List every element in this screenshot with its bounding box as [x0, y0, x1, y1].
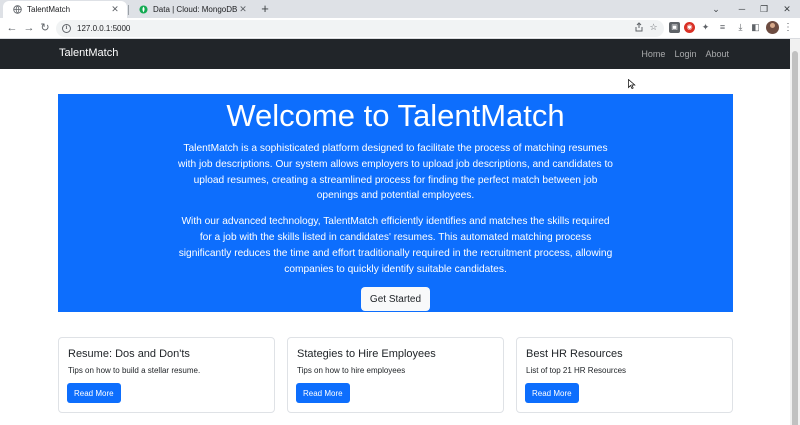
hero-paragraph-intro: TalentMatch is a sophisticated platform … [178, 143, 613, 202]
nav-link-about[interactable]: About [705, 49, 729, 59]
mongodb-leaf-icon [139, 5, 148, 14]
read-more-button[interactable]: Read More [296, 383, 350, 403]
reload-icon[interactable]: ↻ [38, 21, 52, 35]
card-title: Stategies to Hire Employees [297, 348, 436, 360]
restore-icon[interactable]: ❐ [757, 2, 771, 16]
nav-links: Home Login About [641, 49, 729, 59]
close-icon[interactable]: ✕ [109, 4, 121, 15]
hero-title: Welcome to TalentMatch [226, 98, 565, 133]
scrollbar-thumb[interactable] [792, 51, 798, 425]
browser-tab-talentmatch[interactable]: TalentMatch ✕ [3, 1, 127, 18]
window-close-icon[interactable]: ✕ [780, 2, 794, 16]
side-panel-icon[interactable]: ◧ [749, 21, 762, 34]
bookmark-star-icon[interactable]: ☆ [647, 21, 660, 34]
page-viewport: TalentMatch Home Login About Welcome to … [0, 39, 790, 425]
mouse-cursor-icon [628, 79, 636, 89]
new-tab-button[interactable]: + [258, 2, 272, 16]
card-text: List of top 21 HR Resources [526, 366, 627, 375]
card-hiring-strategies: Stategies to Hire Employees Tips on how … [287, 337, 504, 413]
extensions-puzzle-icon[interactable]: ✦ [699, 21, 712, 34]
url-text: 127.0.0.1:5000 [77, 24, 131, 33]
back-icon[interactable]: ← [5, 21, 19, 35]
brand-logo[interactable]: TalentMatch [59, 47, 118, 59]
tab-search-icon[interactable]: ⌄ [709, 2, 723, 16]
close-icon[interactable]: ✕ [237, 4, 249, 15]
extension-icon[interactable]: ▣ [669, 22, 680, 33]
card-title: Best HR Resources [526, 348, 623, 360]
minimize-icon[interactable]: ─ [735, 2, 749, 16]
read-more-button[interactable]: Read More [67, 383, 121, 403]
tab-title: Data | Cloud: MongoDB Cloud [153, 5, 237, 14]
nav-link-home[interactable]: Home [641, 49, 665, 59]
get-started-button[interactable]: Get Started [361, 287, 430, 311]
hero-jumbotron: Welcome to TalentMatch TalentMatch is a … [58, 94, 733, 312]
card-hr-resources: Best HR Resources List of top 21 HR Reso… [516, 337, 733, 413]
nav-link-login[interactable]: Login [674, 49, 696, 59]
site-info-icon[interactable]: i [62, 24, 71, 33]
download-icon[interactable]: ⤓ [734, 21, 747, 34]
tab-title: TalentMatch [27, 5, 71, 14]
browser-tab-mongodb[interactable]: Data | Cloud: MongoDB Cloud ✕ [129, 1, 255, 18]
browser-toolbar: ← → ↻ i 127.0.0.1:5000 ☆ ▣ ◉ ✦ ≡ ⤓ ◧ ⋮ [0, 18, 800, 39]
chrome-menu-icon[interactable]: ⋮ [783, 21, 793, 35]
hero-paragraph-technology: With our advanced technology, TalentMatc… [178, 216, 613, 275]
share-icon[interactable] [632, 22, 645, 35]
read-more-button[interactable]: Read More [525, 383, 579, 403]
forward-icon[interactable]: → [22, 21, 36, 35]
globe-icon [13, 5, 22, 14]
card-resume-tips: Resume: Dos and Don'ts Tips on how to bu… [58, 337, 275, 413]
adblock-extension-icon[interactable]: ◉ [684, 22, 695, 33]
card-text: Tips on how to build a stellar resume. [68, 366, 201, 375]
site-navbar: TalentMatch Home Login About [0, 39, 790, 69]
card-text: Tips on how to hire employees [297, 366, 406, 375]
reading-list-icon[interactable]: ≡ [716, 21, 729, 34]
browser-tab-strip: TalentMatch ✕ Data | Cloud: MongoDB Clou… [0, 0, 800, 18]
page-scrollbar[interactable] [790, 39, 800, 425]
address-bar[interactable]: i 127.0.0.1:5000 [56, 20, 664, 37]
profile-avatar[interactable] [766, 21, 779, 34]
card-title: Resume: Dos and Don'ts [68, 348, 190, 360]
